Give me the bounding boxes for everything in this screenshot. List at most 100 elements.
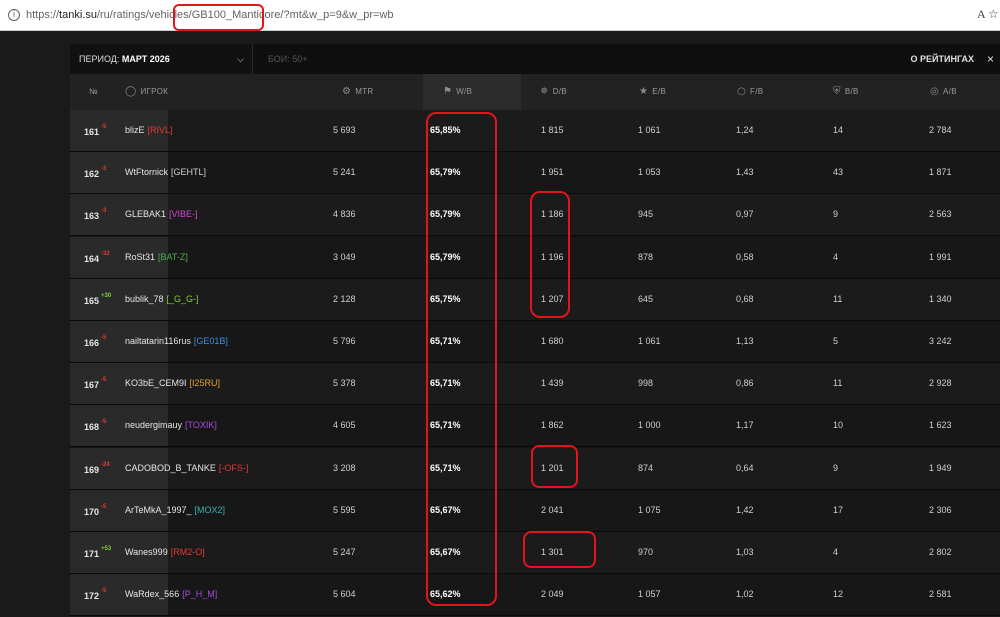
- table-header: № ◯ ИГРОК ⚙ MTR ⚑ W/B ✵ D/B ★ E/B ○ F/B ⛨ B/B ◎…: [70, 74, 1000, 110]
- db-value: 2 041: [541, 504, 564, 515]
- player-name[interactable]: bublik_78: [125, 294, 164, 304]
- col-ab[interactable]: ◎ A/B: [930, 74, 957, 110]
- annotation-db-group: [530, 191, 570, 318]
- eb-value: 878: [638, 251, 654, 262]
- clan-tag[interactable]: [VIBE-]: [169, 209, 198, 219]
- col-player[interactable]: ◯ ИГРОК: [125, 74, 168, 110]
- col-mtr[interactable]: ⚙ MTR: [342, 74, 374, 110]
- rank-number: 170: [84, 506, 100, 517]
- player-name[interactable]: Wanes999: [125, 547, 168, 557]
- col-fb[interactable]: ○ F/B: [737, 74, 763, 110]
- player-name[interactable]: RoSt31: [125, 252, 155, 262]
- clan-tag[interactable]: [GE01B]: [194, 336, 228, 346]
- player-cell[interactable]: WaRdex_566 [P_H_M]: [125, 574, 217, 615]
- url-query: /?mt&w_p=9&w_pr=wb: [280, 9, 394, 21]
- clan-tag[interactable]: [_G_G-]: [167, 294, 199, 304]
- clan-tag[interactable]: [GEHTL]: [171, 167, 206, 177]
- read-aloud-icon[interactable]: A: [977, 7, 986, 22]
- player-name[interactable]: CADOBOD_B_TANKE: [125, 463, 216, 473]
- fb-value: 1,43: [736, 167, 754, 178]
- ab-value: 1 991: [929, 251, 952, 262]
- table-row[interactable]: 172 -5 WaRdex_566 [P_H_M] 65,62% 5 604 2 049 1 …: [70, 574, 1000, 617]
- rank-delta: -5: [101, 335, 107, 341]
- clan-tag[interactable]: [RIVL]: [148, 125, 173, 135]
- player-name[interactable]: KO3bE_CEM9I: [125, 378, 187, 388]
- table-row[interactable]: 166 -5 nailtatarin116rus [GE01B] 65,71% 5 796…: [70, 321, 1000, 363]
- rank-number: 165: [84, 295, 100, 306]
- site-info-icon[interactable]: i: [8, 9, 20, 21]
- bb-value: 11: [833, 378, 843, 389]
- bb-value: 43: [833, 167, 844, 178]
- browser-address-bar[interactable]: i https://tanki.su/ru/ratings/vehicles/G…: [0, 0, 1000, 31]
- table-row[interactable]: 167 -5 KO3bE_CEM9I [I25RU] 65,71% 5 378 1 439 9…: [70, 363, 1000, 406]
- player-cell[interactable]: WtFtornick [GEHTL]: [125, 152, 206, 193]
- player-cell[interactable]: KO3bE_CEM9I [I25RU]: [125, 363, 220, 404]
- eb-value: 998: [638, 378, 654, 389]
- battles-filter[interactable]: БОИ: 50+: [268, 44, 308, 74]
- damage-icon: ✵: [540, 86, 549, 97]
- fb-value: 0,97: [736, 209, 754, 220]
- eb-value: 1 075: [638, 504, 661, 515]
- ab-value: 1 340: [929, 293, 952, 304]
- ab-value: 2 784: [929, 125, 952, 135]
- chevron-down-icon: ⌵: [237, 54, 244, 64]
- clan-tag[interactable]: [TOXIK]: [185, 420, 217, 430]
- player-cell[interactable]: nailtatarin116rus [GE01B]: [125, 321, 228, 362]
- col-db[interactable]: ✵ D/B: [540, 74, 567, 110]
- rank-cell: 168 -5: [84, 405, 106, 446]
- clan-tag[interactable]: [-OFS-]: [219, 463, 249, 473]
- clan-tag[interactable]: [BAT-Z]: [158, 252, 188, 262]
- close-icon[interactable]: ×: [987, 44, 994, 74]
- filters-bar: ПЕРИОД: МАРТ 2026 ⌵ БОИ: 50+ О РЕЙТИНГАХ…: [70, 44, 1000, 74]
- table-row[interactable]: 161 -5 blizE [RIVL] 65,85% 5 693 1 815 1 061 1,2…: [70, 110, 1000, 152]
- period-dropdown[interactable]: ПЕРИОД: МАРТ 2026 ⌵: [70, 44, 253, 74]
- player-name[interactable]: WaRdex_566: [125, 589, 179, 599]
- player-cell[interactable]: Wanes999 [RM2-O]: [125, 532, 205, 573]
- clan-tag[interactable]: [MOX2]: [195, 505, 226, 515]
- player-cell[interactable]: neudergimauy [TOXIK]: [125, 405, 217, 446]
- rank-cell: 166 -5: [84, 321, 106, 362]
- col-eb[interactable]: ★ E/B: [639, 74, 666, 110]
- player-cell[interactable]: blizE [RIVL]: [125, 110, 173, 151]
- favorite-star-icon[interactable]: ☆: [988, 7, 999, 21]
- player-name[interactable]: ArTeMkA_1997_: [125, 505, 192, 515]
- rank-delta: -24: [101, 461, 110, 468]
- player-cell[interactable]: GLEBAK1 [VIBE-]: [125, 194, 198, 235]
- rank-delta: -5: [101, 124, 107, 130]
- ab-value: 1 871: [929, 167, 952, 178]
- ab-value: 2 563: [929, 209, 952, 220]
- player-cell[interactable]: ArTeMkA_1997_ [MOX2]: [125, 490, 225, 531]
- bb-value: 17: [833, 504, 844, 515]
- col-rank[interactable]: №: [89, 74, 98, 110]
- mtr-value: 4 836: [333, 209, 356, 220]
- player-cell[interactable]: CADOBOD_B_TANKE [-OFS-]: [125, 448, 248, 489]
- db-value: 1 951: [541, 167, 564, 178]
- table-row[interactable]: 170 -5 ArTeMkA_1997_ [MOX2] 65,67% 5 595 2 041…: [70, 489, 1000, 532]
- col-mtr-label: MTR: [355, 87, 374, 96]
- col-bb[interactable]: ⛨ B/B: [833, 74, 859, 110]
- table-row[interactable]: 168 -5 neudergimauy [TOXIK] 65,71% 4 605 1 862…: [70, 405, 1000, 448]
- player-name[interactable]: neudergimauy: [125, 420, 182, 430]
- clan-tag[interactable]: [P_H_M]: [182, 589, 217, 599]
- about-ratings-link[interactable]: О РЕЙТИНГАХ: [911, 44, 974, 74]
- player-cell[interactable]: RoSt31 [BAT-Z]: [125, 237, 188, 278]
- clan-tag[interactable]: [I25RU]: [190, 378, 221, 388]
- bb-value: 11: [833, 293, 843, 304]
- player-name[interactable]: WtFtornick: [125, 167, 168, 177]
- col-wb[interactable]: ⚑ W/B: [423, 74, 521, 110]
- db-value: 1 862: [541, 420, 564, 431]
- clan-tag[interactable]: [RM2-O]: [171, 547, 205, 557]
- db-value: 1 680: [541, 336, 564, 346]
- rank-cell: 165 +30: [84, 279, 111, 320]
- db-value: 1 439: [541, 378, 564, 389]
- eb-value: 1 061: [638, 336, 661, 346]
- col-ab-label: A/B: [943, 87, 957, 96]
- player-cell[interactable]: bublik_78 [_G_G-]: [125, 279, 199, 320]
- rank-delta: -5: [101, 419, 107, 426]
- table-row[interactable]: 162 -3 WtFtornick [GEHTL] 65,79% 5 241 1 951 1 …: [70, 152, 1000, 195]
- eb-value: 874: [638, 462, 654, 473]
- player-name[interactable]: GLEBAK1: [125, 209, 166, 219]
- player-name[interactable]: blizE: [125, 125, 145, 135]
- bb-value: 12: [833, 589, 844, 600]
- player-name[interactable]: nailtatarin116rus: [125, 336, 191, 346]
